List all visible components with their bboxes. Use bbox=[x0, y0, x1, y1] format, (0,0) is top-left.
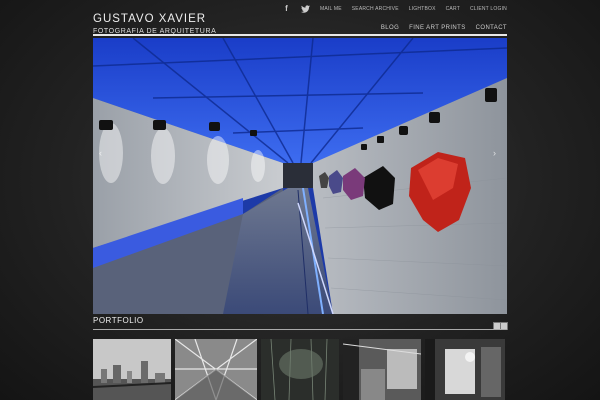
thumbnail-2[interactable] bbox=[175, 339, 257, 400]
search-archive-link[interactable]: SEARCH ARCHIVE bbox=[352, 6, 399, 12]
section-title: PORTFOLIO bbox=[93, 316, 144, 325]
brand-name: GUSTAVO XAVIER bbox=[93, 13, 207, 25]
thumbnail-1[interactable] bbox=[93, 339, 171, 400]
lightbox-link[interactable]: LIGHTBOX bbox=[409, 6, 436, 12]
portfolio-divider bbox=[93, 329, 507, 330]
thumbnail-5[interactable] bbox=[425, 339, 505, 400]
thumbnail-4[interactable] bbox=[343, 339, 421, 400]
mail-me-link[interactable]: MAIL ME bbox=[320, 6, 342, 12]
cart-link[interactable]: CART bbox=[446, 6, 460, 12]
client-login-link[interactable]: CLIENT LOGIN bbox=[470, 6, 507, 12]
nav-blog[interactable]: BLOG bbox=[381, 25, 399, 31]
main-nav: BLOG FINE ART PRINTS CONTACT bbox=[381, 25, 507, 31]
logo[interactable]: GUSTAVO XAVIER FOTOGRAFIA DE ARQUITETURA bbox=[93, 13, 216, 34]
hero-slideshow[interactable]: ‹ › bbox=[93, 38, 507, 314]
chevron-right-icon[interactable]: › bbox=[493, 148, 496, 158]
facebook-icon[interactable]: f bbox=[282, 4, 291, 13]
hero-photo bbox=[93, 38, 507, 314]
twitter-icon[interactable] bbox=[300, 4, 310, 13]
thumbnail-3[interactable] bbox=[261, 339, 339, 400]
nav-contact[interactable]: CONTACT bbox=[476, 25, 507, 31]
nav-fine-art-prints[interactable]: FINE ART PRINTS bbox=[409, 25, 465, 31]
utility-nav: f MAIL ME SEARCH ARCHIVE LIGHTBOX CART C… bbox=[282, 4, 507, 13]
chevron-left-icon[interactable]: ‹ bbox=[99, 148, 102, 158]
header-divider bbox=[93, 34, 507, 36]
thumbnail-strip bbox=[93, 339, 505, 400]
